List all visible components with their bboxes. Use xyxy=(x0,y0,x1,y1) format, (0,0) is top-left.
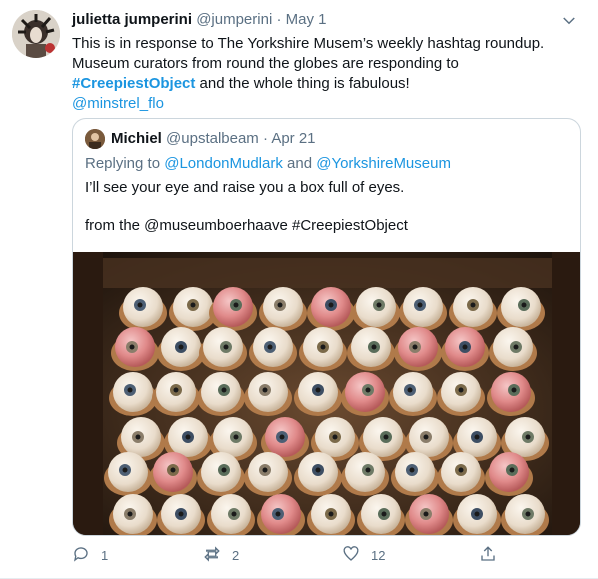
eye-pupil xyxy=(223,344,229,350)
eye-pupil xyxy=(365,467,371,473)
heart-icon xyxy=(342,545,360,566)
eye-pupil xyxy=(315,387,321,393)
like-count: 12 xyxy=(371,547,386,563)
eye-pupil xyxy=(221,467,227,473)
eye-pupil xyxy=(262,467,268,473)
eye-pupil xyxy=(122,467,128,473)
eye-pupil xyxy=(525,511,531,517)
retweet-count: 2 xyxy=(232,547,240,563)
eye-pupil xyxy=(513,344,519,350)
header-separator: · xyxy=(276,11,282,28)
eye-pupil xyxy=(137,302,143,308)
author-avatar[interactable] xyxy=(12,10,60,58)
quoted-header: Michiel @upstalbeam · Apr 21 xyxy=(111,129,316,149)
eyes-box-photo xyxy=(73,252,580,535)
hashtag-link[interactable]: #CreepiestObject xyxy=(72,75,195,92)
eye-pupil xyxy=(279,434,285,440)
eye-pupil xyxy=(474,434,480,440)
eye-pupil xyxy=(417,302,423,308)
quoted-tweet[interactable]: Michiel @upstalbeam · Apr 21 Replying to… xyxy=(72,118,581,536)
eye-pupil xyxy=(383,434,389,440)
eye-pupil xyxy=(185,434,191,440)
eye-pupil xyxy=(474,511,480,517)
eye-pupil xyxy=(129,344,135,350)
share-button[interactable] xyxy=(479,543,497,567)
action-bar: 1 2 12 xyxy=(72,543,502,567)
tweet-card[interactable]: julietta jumperini @jumperini · May 1 Th… xyxy=(0,0,598,579)
replying-and: and xyxy=(282,155,317,172)
eye-pupil xyxy=(521,302,527,308)
eye-pupil xyxy=(328,511,334,517)
quoted-text-2: from the @museumboerhaave #CreepiestObje… xyxy=(85,217,408,234)
mention-link[interactable]: @minstrel_flo xyxy=(72,95,164,112)
retweet-icon xyxy=(203,545,221,566)
eye-pupil xyxy=(262,387,268,393)
replying-mention-2[interactable]: @YorkshireMuseum xyxy=(316,155,451,172)
eye-pupil xyxy=(190,302,196,308)
avatar-image xyxy=(12,10,60,58)
eye-pupil xyxy=(178,344,184,350)
eye-pupil xyxy=(231,511,237,517)
eye-pupil xyxy=(332,434,338,440)
share-icon xyxy=(479,545,497,566)
eye-pupil xyxy=(423,511,429,517)
eye-pupil xyxy=(511,387,517,393)
eye-pupil xyxy=(376,302,382,308)
eye-pupil xyxy=(170,467,176,473)
eye-pupil xyxy=(458,387,464,393)
eye-pupil xyxy=(277,302,283,308)
quoted-separator: · xyxy=(262,130,268,147)
reply-button[interactable]: 1 xyxy=(72,543,108,567)
eye-pupil xyxy=(423,434,429,440)
eye-pupil xyxy=(127,511,133,517)
eye-pupil xyxy=(135,434,141,440)
quoted-author-avatar xyxy=(85,129,105,149)
chevron-down-icon[interactable] xyxy=(560,12,578,30)
tweet-text-part1: This is in response to The Yorkshire Mus… xyxy=(72,35,545,72)
eye-pupil xyxy=(221,387,227,393)
quoted-text: I’ll see your eye and raise you a box fu… xyxy=(85,179,405,196)
tweet-date[interactable]: May 1 xyxy=(286,11,327,28)
eye-pupil xyxy=(525,434,531,440)
replying-mention-1[interactable]: @LondonMudlark xyxy=(164,155,283,172)
eye-pupil xyxy=(233,302,239,308)
author-handle[interactable]: @jumperini xyxy=(196,11,272,28)
eye-pupil xyxy=(371,344,377,350)
eye-pupil xyxy=(412,344,418,350)
eye-pupil xyxy=(381,511,387,517)
eye-pupil xyxy=(267,344,273,350)
eye-pupil xyxy=(509,467,515,473)
eye-pupil xyxy=(462,344,468,350)
author-name[interactable]: julietta jumperini xyxy=(72,11,192,28)
quoted-date: Apr 21 xyxy=(271,130,316,147)
eye-pupil xyxy=(365,387,371,393)
eye-pupil xyxy=(275,511,281,517)
quoted-media-image[interactable] xyxy=(73,252,580,535)
eye-pupil xyxy=(127,387,133,393)
eye-pupil xyxy=(470,302,476,308)
tweet-header: julietta jumperini @jumperini · May 1 xyxy=(72,10,582,32)
quoted-author-handle: @upstalbeam xyxy=(166,130,259,147)
replying-to: Replying to @LondonMudlark and @Yorkshir… xyxy=(85,154,451,174)
replying-label: Replying to xyxy=(85,155,165,172)
like-button[interactable]: 12 xyxy=(342,543,385,567)
tweet-text: This is in response to The Yorkshire Mus… xyxy=(72,34,572,114)
eye-pupil xyxy=(409,467,415,473)
eye-pupil xyxy=(320,344,326,350)
eye-pupil xyxy=(458,467,464,473)
reply-icon xyxy=(72,545,90,566)
eye-pupil xyxy=(173,387,179,393)
eye-pupil xyxy=(328,302,334,308)
eye-pupil xyxy=(178,511,184,517)
quoted-avatar-image xyxy=(85,129,105,149)
tweet-text-part2: and the whole thing is fabulous! xyxy=(195,75,410,92)
reply-count: 1 xyxy=(101,547,109,563)
quoted-author-name: Michiel xyxy=(111,130,162,147)
eye-pupil xyxy=(407,387,413,393)
eye-pupil xyxy=(315,467,321,473)
eye-pupil xyxy=(233,434,239,440)
retweet-button[interactable]: 2 xyxy=(203,543,239,567)
